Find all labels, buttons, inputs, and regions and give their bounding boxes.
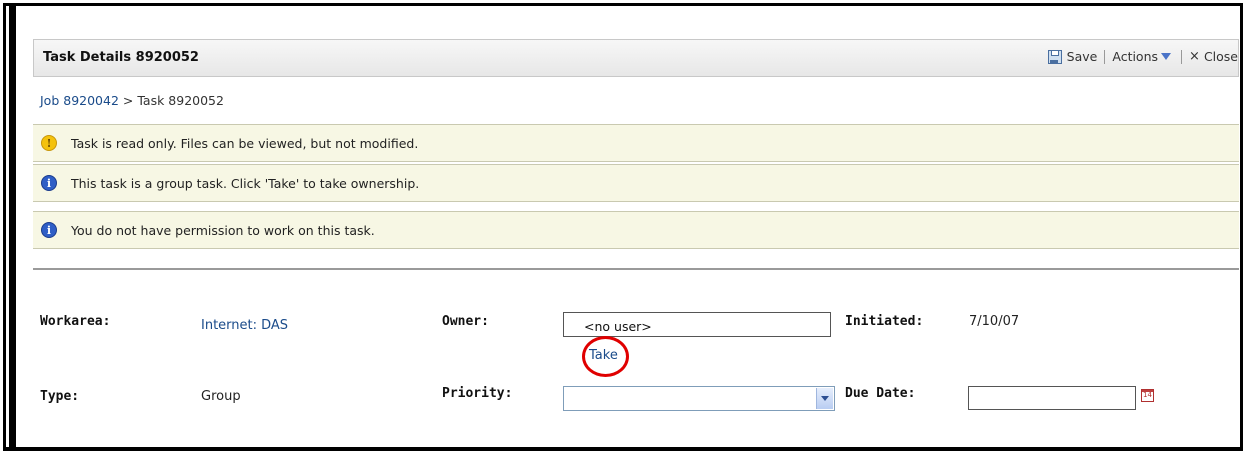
save-button[interactable]: Save <box>1047 49 1098 64</box>
page-title: Task Details 8920052 <box>43 50 199 65</box>
toolbar-divider <box>1181 49 1183 64</box>
section-divider <box>33 268 1239 270</box>
message-text: You do not have permission to work on th… <box>71 222 375 238</box>
warning-icon: ! <box>41 135 57 151</box>
type-value: Group <box>201 389 241 404</box>
priority-label: Priority: <box>442 386 513 401</box>
actions-label: Actions <box>1112 49 1159 64</box>
toolbar-divider <box>1104 49 1106 64</box>
calendar-icon[interactable]: 14 <box>1141 389 1154 402</box>
initiated-label: Initiated: <box>845 314 924 329</box>
info-icon: i <box>41 222 57 238</box>
actions-menu-button[interactable]: Actions <box>1112 49 1172 64</box>
initiated-value: 7/10/07 <box>969 314 1020 329</box>
message-text: This task is a group task. Click 'Take' … <box>71 175 420 191</box>
due-date-label: Due Date: <box>845 386 916 401</box>
message-group-task: i This task is a group task. Click 'Take… <box>33 164 1239 202</box>
left-border <box>9 3 16 451</box>
breadcrumb-job-link[interactable]: Job 8920042 <box>40 93 119 108</box>
toolbar: Save Actions × Close <box>1047 49 1238 64</box>
owner-label: Owner: <box>442 314 489 329</box>
type-label: Type: <box>40 389 80 404</box>
workarea-link[interactable]: Internet: DAS <box>201 318 288 333</box>
breadcrumb-separator: > <box>118 93 138 108</box>
info-icon: i <box>41 175 57 191</box>
priority-select[interactable] <box>563 386 835 411</box>
breadcrumb-current: Task 8920052 <box>137 93 224 108</box>
message-no-permission: i You do not have permission to work on … <box>33 211 1239 249</box>
save-icon <box>1047 49 1062 64</box>
breadcrumb: Job 8920042 > Task 8920052 <box>40 93 224 108</box>
close-label: Close <box>1203 49 1238 64</box>
task-header: Task Details 8920052 Save Actions × Clos… <box>33 39 1239 77</box>
save-label: Save <box>1066 49 1098 64</box>
workarea-label: Workarea: <box>40 314 111 329</box>
close-icon: × <box>1189 49 1200 64</box>
close-button[interactable]: × Close <box>1189 49 1238 64</box>
dropdown-arrow-icon[interactable] <box>816 388 833 409</box>
due-date-field[interactable] <box>968 386 1136 410</box>
message-text: Task is read only. Files can be viewed, … <box>71 135 419 151</box>
take-link[interactable]: Take <box>589 348 618 363</box>
message-readonly: ! Task is read only. Files can be viewed… <box>33 124 1239 162</box>
chevron-down-icon <box>1161 53 1172 60</box>
owner-field[interactable]: <no user> <box>563 312 831 337</box>
